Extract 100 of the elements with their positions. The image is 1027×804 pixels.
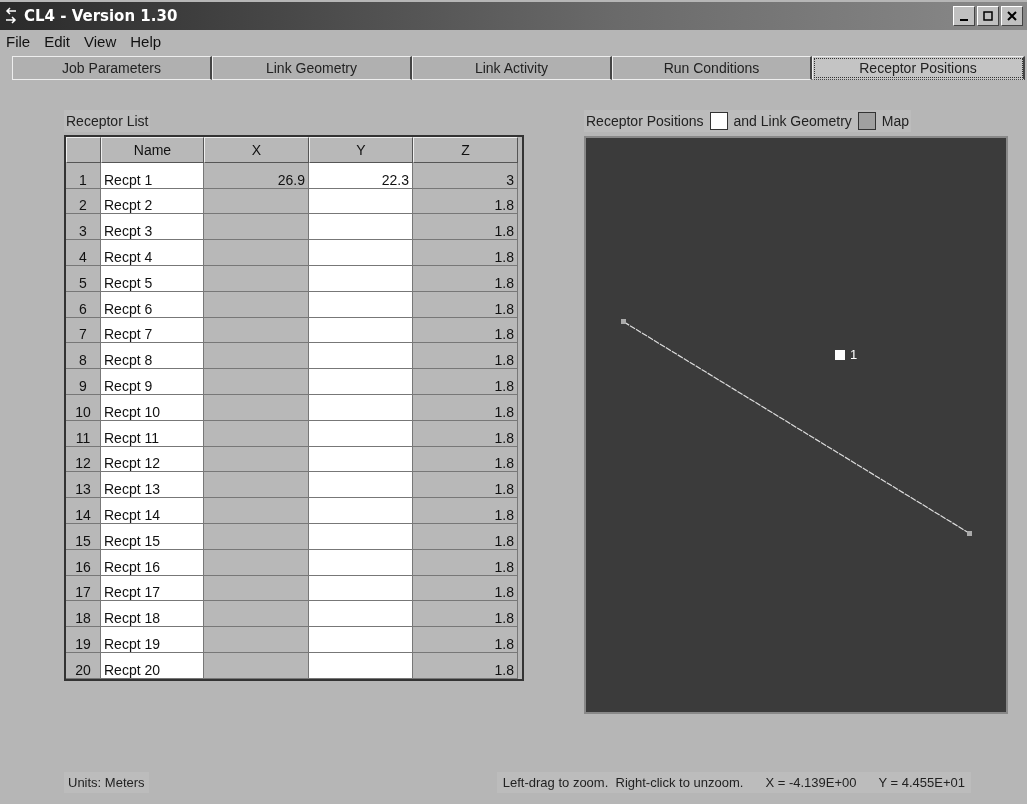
- menu-item[interactable]: View: [84, 32, 117, 50]
- table-cell[interactable]: [309, 420, 413, 447]
- table-cell[interactable]: [309, 214, 413, 241]
- table-cell[interactable]: [309, 291, 413, 318]
- tab[interactable]: Link Activity: [412, 56, 612, 80]
- table-cell[interactable]: Recpt 6: [101, 291, 204, 318]
- table-cell[interactable]: 1.8: [413, 549, 518, 576]
- table-cell[interactable]: [204, 369, 309, 395]
- tab[interactable]: Run Conditions: [612, 56, 812, 80]
- table-cell[interactable]: Recpt 9: [101, 369, 204, 395]
- table-cell[interactable]: Recpt 13: [101, 472, 204, 499]
- table-cell[interactable]: Recpt 1: [101, 162, 204, 189]
- units-label: Units: Meters: [64, 771, 149, 793]
- table-cell[interactable]: [204, 240, 309, 266]
- maximize-button[interactable]: [977, 6, 999, 26]
- table-cell[interactable]: [309, 446, 413, 473]
- table-cell[interactable]: [309, 188, 413, 215]
- table-cell[interactable]: Recpt 18: [101, 601, 204, 628]
- tab[interactable]: Receptor Positions: [812, 56, 1025, 80]
- row-number: 7: [66, 317, 101, 344]
- table-cell[interactable]: [204, 575, 309, 602]
- table-cell[interactable]: Recpt 20: [101, 652, 204, 679]
- table-cell[interactable]: 22.3: [309, 162, 413, 189]
- table-cell[interactable]: [309, 652, 413, 679]
- table-cell[interactable]: Recpt 5: [101, 266, 204, 292]
- table-cell[interactable]: Recpt 17: [101, 575, 204, 602]
- table-cell[interactable]: Recpt 15: [101, 523, 204, 550]
- table-cell[interactable]: 1.8: [413, 266, 518, 292]
- table-cell[interactable]: [204, 266, 309, 292]
- table-cell[interactable]: [204, 317, 309, 344]
- table-cell[interactable]: 1.8: [413, 575, 518, 602]
- table-cell[interactable]: [309, 472, 413, 499]
- table-cell[interactable]: [204, 498, 309, 524]
- table-cell[interactable]: [204, 627, 309, 653]
- table-cell[interactable]: 1.8: [413, 523, 518, 550]
- table-cell[interactable]: Recpt 3: [101, 214, 204, 241]
- table-cell[interactable]: 1.8: [413, 627, 518, 653]
- table-cell[interactable]: Recpt 11: [101, 420, 204, 447]
- table-cell[interactable]: Recpt 19: [101, 627, 204, 653]
- tab[interactable]: Link Geometry: [212, 56, 412, 80]
- table-cell[interactable]: [309, 601, 413, 628]
- table-cell[interactable]: 1.8: [413, 343, 518, 370]
- table-cell[interactable]: Recpt 14: [101, 498, 204, 524]
- table-cell[interactable]: [309, 369, 413, 395]
- table-cell[interactable]: 1.8: [413, 652, 518, 679]
- table-cell[interactable]: Recpt 4: [101, 240, 204, 266]
- table-cell[interactable]: [204, 214, 309, 241]
- close-button[interactable]: [1001, 6, 1023, 26]
- table-cell[interactable]: [204, 652, 309, 679]
- table-cell[interactable]: 1.8: [413, 394, 518, 421]
- table-cell[interactable]: [204, 446, 309, 473]
- table-cell[interactable]: Recpt 10: [101, 394, 204, 421]
- table-cell[interactable]: Recpt 7: [101, 317, 204, 344]
- table-cell[interactable]: Recpt 12: [101, 446, 204, 473]
- table-cell[interactable]: 1.8: [413, 472, 518, 499]
- table-cell[interactable]: Recpt 2: [101, 188, 204, 215]
- table-cell[interactable]: [204, 291, 309, 318]
- table-cell[interactable]: 3: [413, 162, 518, 189]
- table-cell[interactable]: [204, 549, 309, 576]
- table-cell[interactable]: 1.8: [413, 446, 518, 473]
- menu-item[interactable]: Help: [130, 32, 162, 50]
- row-number: 19: [66, 627, 101, 653]
- minimize-button[interactable]: [953, 6, 975, 26]
- table-cell[interactable]: 1.8: [413, 369, 518, 395]
- plot-area[interactable]: 1: [584, 136, 1008, 714]
- table-cell[interactable]: Recpt 16: [101, 549, 204, 576]
- table-cell[interactable]: [204, 523, 309, 550]
- table-cell[interactable]: Recpt 8: [101, 343, 204, 370]
- menu-item[interactable]: File: [6, 32, 31, 50]
- table-cell[interactable]: 1.8: [413, 188, 518, 215]
- table-cell[interactable]: 1.8: [413, 317, 518, 344]
- table-cell[interactable]: 1.8: [413, 601, 518, 628]
- table-cell[interactable]: [309, 627, 413, 653]
- table-cell[interactable]: [204, 472, 309, 499]
- row-number: 10: [66, 394, 101, 421]
- row-number: 1: [66, 162, 101, 189]
- table-cell[interactable]: [309, 394, 413, 421]
- table-cell[interactable]: [204, 188, 309, 215]
- table-cell[interactable]: [204, 601, 309, 628]
- table-cell[interactable]: [309, 317, 413, 344]
- table-cell[interactable]: [309, 343, 413, 370]
- table-cell[interactable]: [309, 498, 413, 524]
- table-cell[interactable]: 1.8: [413, 291, 518, 318]
- table-cell[interactable]: [309, 240, 413, 266]
- tab[interactable]: Job Parameters: [12, 56, 212, 80]
- table-cell[interactable]: [309, 266, 413, 292]
- table-cell[interactable]: [204, 394, 309, 421]
- table-cell[interactable]: 1.8: [413, 498, 518, 524]
- table-cell[interactable]: [309, 523, 413, 550]
- table-cell[interactable]: [204, 343, 309, 370]
- row-number: 4: [66, 240, 101, 266]
- table-cell[interactable]: [309, 549, 413, 576]
- table-cell[interactable]: [309, 575, 413, 602]
- table-cell[interactable]: 1.8: [413, 420, 518, 447]
- table-cell[interactable]: 1.8: [413, 214, 518, 241]
- table-cell[interactable]: 26.9: [204, 162, 309, 189]
- section-title: Receptor List: [64, 110, 151, 132]
- table-cell[interactable]: [204, 420, 309, 447]
- table-cell[interactable]: 1.8: [413, 240, 518, 266]
- menu-item[interactable]: Edit: [44, 32, 71, 50]
